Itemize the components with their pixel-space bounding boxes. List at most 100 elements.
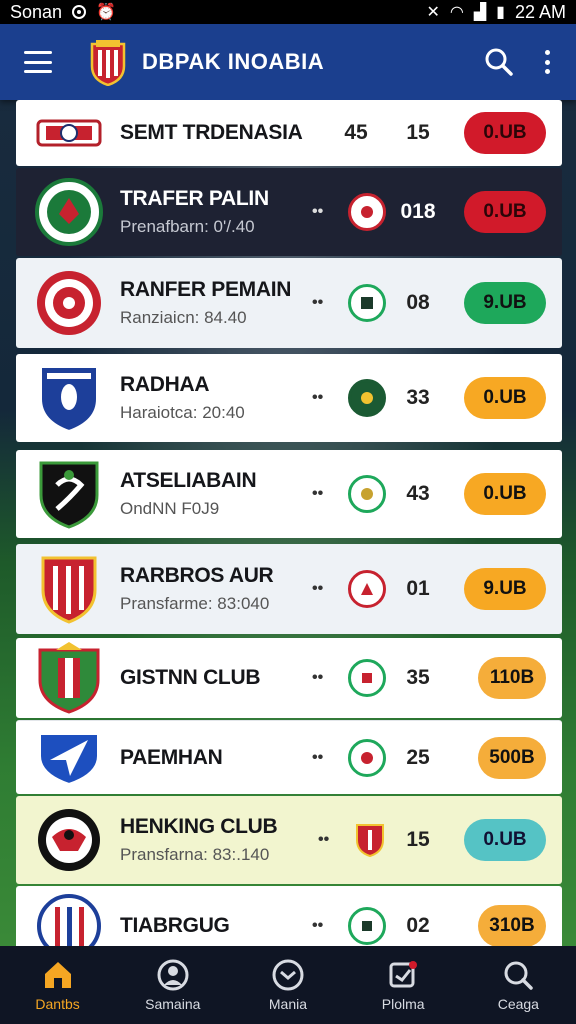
- club-row[interactable]: TIABRGUG •• 02 310B: [16, 886, 562, 946]
- club-name: RARBROS AUR: [120, 564, 274, 587]
- club-row[interactable]: RANFER PEMAIN Ranziaicn: 84.40 •• 08 9.U…: [16, 258, 562, 348]
- separator-dots: ••: [312, 485, 324, 502]
- club-stat: 02: [406, 914, 430, 937]
- mini-badge-icon: [348, 379, 386, 417]
- club-stat: 25: [406, 745, 430, 769]
- club-transfer-info: Pransfarna: 83:.140: [120, 845, 270, 864]
- club-row[interactable]: RADHAA Haraiotca: 20:40 •• 33 0.UB: [16, 354, 562, 442]
- club-action-button[interactable]: 500B: [478, 736, 546, 779]
- separator-dots: ••: [312, 917, 324, 934]
- club-crest-icon: [34, 363, 104, 433]
- club-transfer-info: Pransfarme: 83:040: [120, 594, 270, 613]
- clock-time: 22 AM: [514, 1, 566, 22]
- club-name: TIABRGUG: [120, 914, 230, 937]
- club-crest-icon: [34, 177, 104, 247]
- club-crest-icon: [34, 723, 104, 793]
- club-row[interactable]: TRAFER PALIN Prenafbarn: 0'/.40 •• 018 0…: [16, 168, 562, 256]
- mini-badge-icon: [348, 659, 386, 697]
- wifi-icon: ◠: [449, 4, 464, 21]
- nav-label: Samaina: [145, 996, 201, 1012]
- mute-icon: ✕: [426, 4, 440, 21]
- search-icon[interactable]: [484, 47, 514, 77]
- club-row[interactable]: SEMT TRDENASIA 45 15 0.UB: [16, 100, 562, 166]
- search-icon: [504, 961, 534, 990]
- club-action-button[interactable]: 0.UB: [464, 819, 546, 861]
- separator-dots: ••: [318, 831, 330, 848]
- club-crest-icon: [34, 642, 104, 714]
- status-bar: Sonan ⏰ ✕ ◠ ▟ ▮ 22 AM: [0, 0, 576, 24]
- club-action-button[interactable]: 0.UB: [464, 191, 546, 233]
- nav-label: Plolma: [381, 996, 425, 1012]
- mini-badge-icon: [354, 824, 386, 858]
- club-crest-icon: [34, 554, 104, 624]
- club-action-button[interactable]: 0.UB: [464, 473, 546, 515]
- club-crest-icon: [34, 100, 104, 168]
- club-name: TRAFER PALIN: [120, 187, 269, 210]
- club-action-button[interactable]: 0.UB: [464, 377, 546, 419]
- alarm-icon: ⏰: [96, 4, 116, 21]
- club-row[interactable]: RARBROS AUR Pransfarme: 83:040 •• 01 9.U…: [16, 544, 562, 634]
- nav-label: Ceaga: [497, 996, 539, 1012]
- club-list: SEMT TRDENASIA 45 15 0.UB TRAFER PALIN P…: [16, 100, 562, 946]
- bottom-navigation: Dantbs Samaina Mania Plolma Ceaga: [0, 946, 576, 1024]
- app-title: DBPAK INOABIA: [142, 49, 325, 74]
- club-stat-a: 45: [344, 121, 368, 144]
- nav-label: Mania: [268, 996, 308, 1012]
- club-action-button[interactable]: 110B: [478, 657, 546, 699]
- app-bar: DBPAK INOABIA: [0, 24, 576, 100]
- club-action-button[interactable]: 310B: [478, 905, 546, 946]
- nav-item-search[interactable]: Ceaga: [468, 958, 568, 1012]
- notification-icon: [389, 961, 418, 988]
- club-stat: 018: [400, 200, 436, 223]
- nav-item-notifications[interactable]: Plolma: [353, 958, 453, 1012]
- club-name: PAEMHAN: [120, 745, 223, 769]
- mini-badge-icon: [348, 738, 386, 777]
- club-transfer-info: Haraiotca: 20:40: [120, 403, 245, 422]
- nav-item-profile[interactable]: Samaina: [123, 958, 223, 1012]
- club-action-button[interactable]: 9.UB: [464, 568, 546, 610]
- club-crest-icon: [34, 891, 104, 946]
- more-options-icon[interactable]: [544, 50, 550, 74]
- club-stat: 08: [406, 291, 430, 314]
- club-stat: 43: [406, 482, 430, 505]
- mini-badge-icon: [348, 284, 386, 322]
- club-name: HENKING CLUB: [120, 815, 278, 838]
- separator-dots: ••: [312, 294, 324, 311]
- club-row[interactable]: PAEMHAN •• 25 500B: [16, 720, 562, 794]
- profile-icon: [157, 959, 189, 991]
- clock-icon: [272, 959, 304, 991]
- club-name: SEMT TRDENASIA: [120, 121, 303, 144]
- app-logo-crest-icon: [90, 40, 126, 86]
- mini-badge-icon: [348, 475, 386, 513]
- club-row[interactable]: GISTNN CLUB •• 35 110B: [16, 638, 562, 718]
- club-stat: 01: [406, 577, 430, 600]
- club-crest-icon: [34, 268, 104, 338]
- separator-dots: ••: [312, 669, 324, 686]
- club-name: RADHAA: [120, 373, 210, 396]
- club-name: GISTNN CLUB: [120, 666, 261, 689]
- nav-item-home[interactable]: Dantbs: [8, 958, 108, 1012]
- mini-badge-icon: [348, 193, 386, 231]
- club-stat: 33: [406, 386, 430, 409]
- club-crest-icon: [34, 459, 104, 529]
- club-stat: 15: [406, 828, 430, 851]
- club-transfer-info: Prenafbarn: 0'/.40: [120, 217, 255, 236]
- mini-badge-icon: [348, 570, 386, 608]
- club-crest-icon: [34, 805, 104, 875]
- battery-icon: ▮: [496, 4, 505, 21]
- location-icon: [72, 5, 87, 19]
- separator-dots: ••: [312, 203, 324, 220]
- club-row[interactable]: ATSELIABAIN OndNN F0J9 •• 43 0.UB: [16, 450, 562, 538]
- club-transfer-info: OndNN F0J9: [120, 499, 220, 518]
- nav-item-clock[interactable]: Mania: [238, 958, 338, 1012]
- club-action-button[interactable]: 0.UB: [464, 112, 546, 154]
- club-action-button[interactable]: 9.UB: [464, 282, 546, 324]
- signal-icon: ▟: [473, 4, 487, 21]
- club-row[interactable]: HENKING CLUB Pransfarna: 83:.140 •• 15 0…: [16, 796, 562, 884]
- carrier-label: Sonan: [10, 1, 63, 22]
- club-stat: 35: [406, 666, 430, 689]
- separator-dots: ••: [312, 748, 324, 766]
- club-name: RANFER PEMAIN: [120, 278, 292, 301]
- club-transfer-info: Ranziaicn: 84.40: [120, 308, 247, 327]
- hamburger-menu-icon[interactable]: [24, 51, 52, 73]
